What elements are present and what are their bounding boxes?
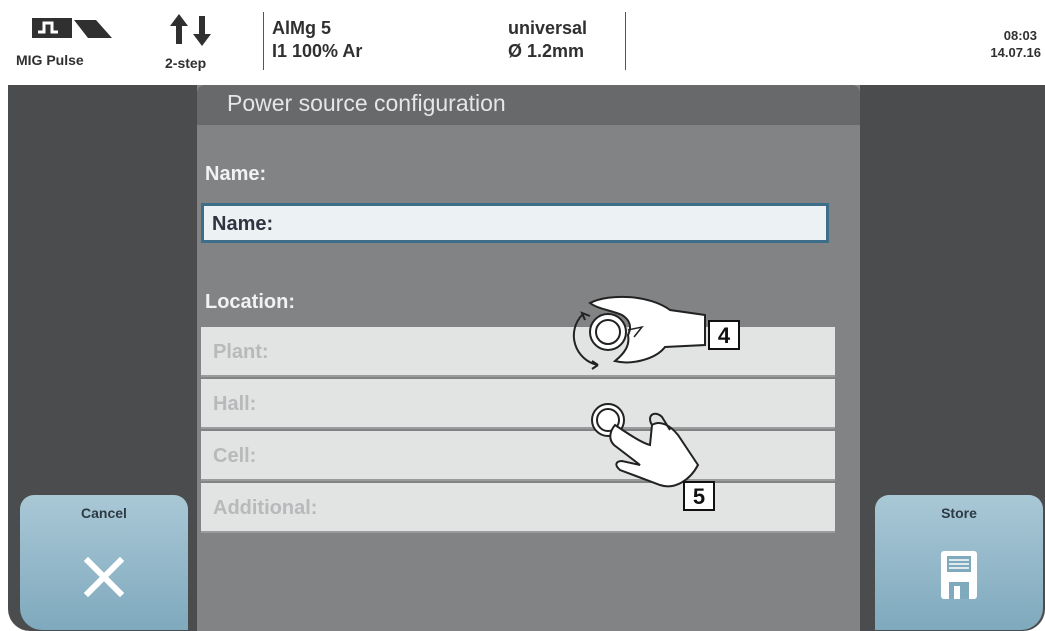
name-input-value: Name: [212,213,274,235]
wire-diameter-label: Ø 1.2mm [508,41,585,61]
material-label: AlMg 5 [272,18,332,38]
divider [625,12,626,70]
callout-5: 5 [683,481,715,511]
cancel-button[interactable]: Cancel [20,495,188,630]
save-icon [941,551,977,599]
plant-field-label: Plant: [213,341,269,363]
divider [263,12,264,70]
name-input[interactable]: Name: [201,203,829,243]
cancel-button-label: Cancel [81,505,127,521]
mode-label: MIG Pulse [16,52,84,68]
press-knob-hand-icon [591,403,700,488]
dialog-title-bar: Power source configuration [197,85,860,125]
clock-date: 14.07.16 [990,45,1041,60]
two-step-icon [170,14,211,46]
trigger-mode-label: 2-step [165,55,207,71]
name-label: Name: [205,163,267,185]
location-label: Location: [205,291,295,313]
additional-field-label: Additional: [213,497,318,519]
dialog-title: Power source configuration [227,90,506,116]
gas-label: I1 100% Ar [272,41,363,61]
wire-type-label: universal [508,18,588,38]
power-source-config-dialog: Power source configuration Name: Name: L… [197,85,860,631]
callout-4: 4 [708,320,740,350]
turn-knob-hand-icon [572,295,706,370]
knob-gesture-overlay [572,295,706,488]
cell-field-label: Cell: [213,445,257,467]
hall-field-label: Hall: [213,393,257,415]
mig-pulse-icon [32,18,112,38]
status-bar: MIG Pulse 2-step AlMg 5 I1 100% Ar unive… [0,0,1045,85]
store-button-label: Store [941,505,977,521]
clock-time: 08:03 [1003,28,1037,43]
close-icon [84,557,124,597]
store-button[interactable]: Store [875,495,1043,630]
